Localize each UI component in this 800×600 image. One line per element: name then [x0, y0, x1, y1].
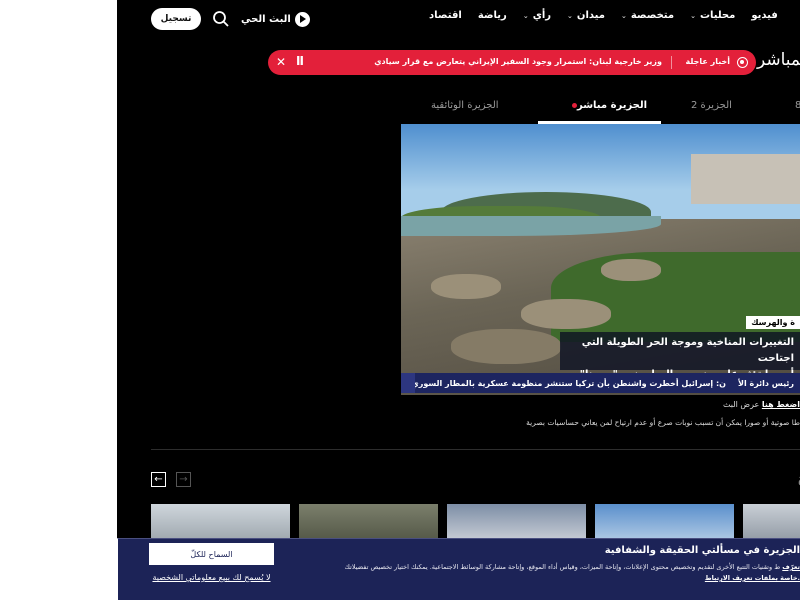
- nav-item-label: محليات: [699, 10, 736, 21]
- learn-more-link[interactable]: تعرّف: [782, 563, 800, 571]
- ticker-end-block: [401, 373, 415, 393]
- nav-item-label: رأي: [532, 10, 552, 21]
- chevron-down-icon: ⌄: [690, 11, 696, 20]
- cookie-policy-link[interactable]: خاصة بملفات تعريف الارتباط.: [705, 574, 800, 582]
- ticker-item: رئيس دائرة الأ: [737, 378, 794, 388]
- cookie-text-body: ط وتقنيات التتبع الأخرى لتقديم وتخصيص مح…: [344, 563, 781, 571]
- nav-item-economy[interactable]: اقتصاد: [429, 10, 462, 21]
- tab-label: الجزيرة مباشر: [577, 100, 648, 111]
- video-caption: التغييرات المناخية وموجة الحر الطويلة ال…: [560, 332, 800, 380]
- main-menu: فيديو محليات ⌄ متخصصة ⌄ ميدان ⌄ رأي ⌄ رياضة …: [429, 10, 778, 21]
- video-frame-rock: [521, 299, 611, 329]
- close-icon[interactable]: ✕: [276, 55, 286, 69]
- chevron-down-icon: ⌄: [620, 11, 627, 20]
- live-stream-label: البث الحي: [241, 13, 291, 25]
- play-icon: [294, 11, 310, 27]
- video-frame-rock: [451, 329, 561, 364]
- news-ticker: رئيس دائرة الأ ن: إسرائيل أخطرت واشنطن ب…: [401, 373, 800, 393]
- nav-item-sports[interactable]: رياضة: [478, 10, 507, 21]
- chevron-down-icon: ⌄: [522, 11, 529, 20]
- tab-channel-8[interactable]: 8: [795, 100, 800, 111]
- divider: [671, 56, 672, 69]
- live-stream-link[interactable]: البث الحي: [241, 10, 310, 28]
- video-frame-building: [691, 154, 800, 204]
- nav-item-local[interactable]: محليات ⌄: [690, 10, 735, 21]
- page-main: تسجيل البث الحي فيديو محليات ⌄ متخصصة ⌄ مي…: [117, 0, 800, 600]
- section-divider: [151, 449, 800, 450]
- channel-tabs: الجزيرة الوثائقية الجزيرة مباشر الجزيرة …: [117, 96, 800, 124]
- left-margin: [0, 0, 117, 600]
- seizure-warning: طا صوتية أو صورا يمكن أن تسبب نوبات صرع …: [526, 418, 800, 427]
- stream-note-text: عرض البث: [722, 400, 760, 409]
- pause-icon[interactable]: II: [296, 54, 304, 68]
- tab-aljazeera-2[interactable]: الجزيرة 2: [691, 100, 732, 111]
- do-not-sell-link[interactable]: لا يُسمح لك ببيع معلوماتي الشخصية: [149, 572, 274, 584]
- carousel-prev-button[interactable]: ←: [151, 472, 166, 487]
- video-frame-rock: [431, 274, 501, 299]
- nav-item-label: متخصصة: [630, 10, 675, 21]
- ticker-item: ن: إسرائيل أخطرت واشنطن بأن تركيا ستنشر …: [401, 378, 726, 388]
- tab-aljazeera-documentary[interactable]: الجزيرة الوثائقية: [431, 100, 499, 111]
- video-location-tag: ة والهرسك: [746, 316, 800, 329]
- nav-item-video[interactable]: فيديو: [751, 10, 777, 21]
- live-dot-icon: [737, 57, 748, 68]
- breaking-label: أخبار عاجلة: [685, 57, 730, 66]
- nav-item-label: رياضة: [477, 10, 507, 21]
- arrow-left-icon: ←: [154, 474, 163, 485]
- allow-all-button[interactable]: السماح للكلّ: [149, 543, 274, 565]
- nav-item-field[interactable]: ميدان ⌄: [567, 10, 605, 21]
- nav-item-specialized[interactable]: متخصصة ⌄: [621, 10, 674, 21]
- nav-item-label: فيديو: [751, 10, 778, 21]
- cookie-title: الجزيرة في مسألتي الحقيقة والشفافية: [604, 545, 800, 556]
- carousel-next-button[interactable]: →: [176, 472, 191, 487]
- nav-item-opinion[interactable]: رأي ⌄: [523, 10, 551, 21]
- breaking-news-bar[interactable]: ✕ II وزير خارجية لبنان: استمرار وجود الس…: [268, 50, 756, 75]
- nav-item-label: ميدان: [576, 10, 605, 21]
- tab-aljazeera-mubasher[interactable]: الجزيرة مباشر: [568, 100, 647, 111]
- arrow-right-icon: →: [179, 474, 188, 485]
- nav-item-label: اقتصاد: [429, 10, 462, 21]
- video-caption-line: التغييرات المناخية وموجة الحر الطويلة ال…: [581, 337, 794, 364]
- cookie-text: تعرّف ط وتقنيات التتبع الأخرى لتقديم وتخ…: [345, 563, 800, 571]
- page-title: المباشر: [757, 50, 800, 70]
- cookie-text-line2: خاصة بملفات تعريف الارتباط.: [705, 574, 800, 582]
- video-player[interactable]: ة والهرسك التغييرات المناخية وموجة الحر …: [401, 124, 800, 395]
- cookie-consent-banner: الجزيرة في مسألتي الحقيقة والشفافية تعرّ…: [117, 538, 800, 600]
- click-here-link[interactable]: اضغط هنا: [762, 400, 800, 409]
- top-navigation: تسجيل البث الحي فيديو محليات ⌄ متخصصة ⌄ مي…: [117, 0, 800, 38]
- register-button[interactable]: تسجيل: [151, 8, 201, 30]
- chevron-down-icon: ⌄: [567, 11, 573, 20]
- breaking-headline[interactable]: وزير خارجية لبنان: استمرار وجود السفير ا…: [374, 57, 662, 66]
- video-frame-rock: [601, 259, 661, 281]
- search-icon[interactable]: [211, 9, 231, 29]
- stream-note: اضغط هنا عرض البث: [723, 400, 800, 409]
